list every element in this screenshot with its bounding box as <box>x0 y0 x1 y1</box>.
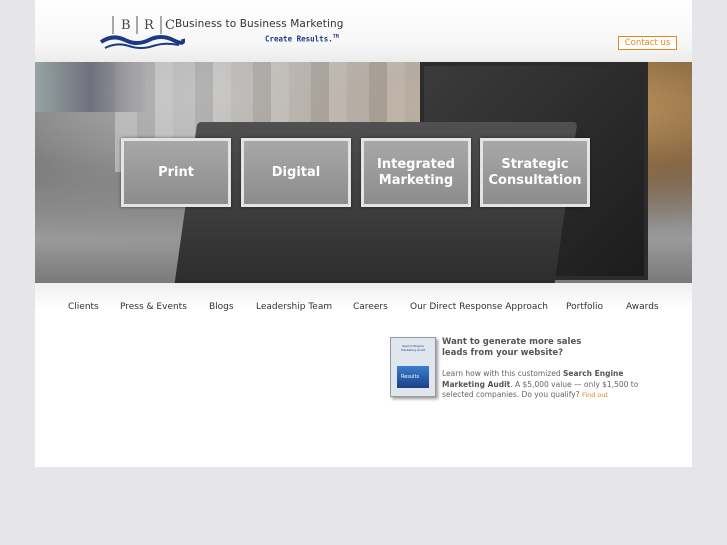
promo-body: Learn how with this customized Search En… <box>442 369 657 401</box>
nav-item-clients[interactable]: Clients <box>68 302 99 312</box>
strategic-consultation-button[interactable]: Strategic Consultation <box>480 138 590 207</box>
nav-item-press-events[interactable]: Press & Events <box>120 302 187 312</box>
contact-us-button[interactable]: Contact us <box>618 36 677 50</box>
book-title: Search Engine Marketing Audit <box>401 344 425 352</box>
slogan-tm: TM <box>332 34 339 40</box>
page-container: B R C Business to Business Marketing Cre… <box>35 0 692 467</box>
print-button[interactable]: Print <box>121 138 231 207</box>
audit-book-image[interactable]: Search Engine Marketing Audit Results <box>390 337 436 397</box>
slogan-text: Create Results. <box>265 34 333 44</box>
nav-item-careers[interactable]: Careers <box>353 302 388 312</box>
promo-body-intro: Learn how with this customized <box>442 369 563 378</box>
hero-banner: Print Digital Integrated Marketing Strat… <box>35 62 692 283</box>
nav-item-blogs[interactable]: Blogs <box>209 302 234 312</box>
brc-logo-icon: B R C <box>99 16 186 49</box>
nav-item-awards[interactable]: Awards <box>626 302 659 312</box>
tagline: Business to Business Marketing <box>175 18 344 30</box>
logo-letter-b: B <box>121 18 131 33</box>
hero-photo-decoration <box>35 62 145 112</box>
integrated-marketing-button[interactable]: Integrated Marketing <box>361 138 471 207</box>
find-out-link[interactable]: Find out <box>582 391 608 399</box>
nav-item-direct-response[interactable]: Our Direct Response Approach <box>410 302 548 312</box>
site-header: B R C Business to Business Marketing Cre… <box>35 0 692 62</box>
digital-button[interactable]: Digital <box>241 138 351 207</box>
main-nav: Clients Press & Events Blogs Leadership … <box>35 283 692 327</box>
nav-item-portfolio[interactable]: Portfolio <box>566 302 603 312</box>
book-label: Results <box>401 374 420 380</box>
promo-headline: Want to generate more sales leads from y… <box>442 337 582 358</box>
logo-letter-c: C <box>165 18 175 33</box>
nav-item-leadership-team[interactable]: Leadership Team <box>256 302 332 312</box>
brc-logo[interactable]: B R C <box>99 12 186 52</box>
logo-letter-r: R <box>144 18 155 33</box>
slogan: Create Results.TM <box>265 34 339 44</box>
